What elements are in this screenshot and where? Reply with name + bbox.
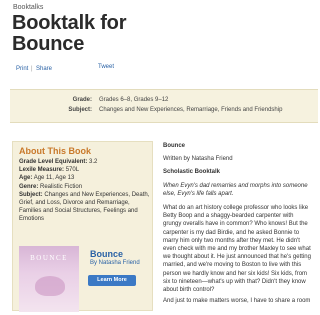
cover-illustration: [35, 276, 65, 296]
book-details-list: Grade Level Equivalent: 3.2 Lexile Measu…: [19, 158, 151, 224]
detail-label: Grade Level Equivalent:: [19, 159, 88, 165]
share-toolbar: Print | Share Tweet: [12, 64, 312, 74]
grade-row: Grade: Grades 6–8, Grades 9–12: [10, 97, 318, 107]
about-this-book-card: About This Book Grade Level Equivalent: …: [12, 141, 153, 312]
detail-value: Age 11, Age 13: [33, 175, 75, 182]
detail-grade-level: Grade Level Equivalent: 3.2: [19, 158, 151, 166]
tweet-link[interactable]: Tweet: [98, 64, 114, 70]
article-intro: When Evyn's dad remarries and morphs int…: [163, 183, 308, 197]
detail-subject: Subject: Changes and New Experiences, De…: [19, 191, 151, 224]
subject-label: Subject:: [68, 107, 92, 113]
page-title-line-1: Booktalk for: [12, 12, 127, 34]
detail-value: 570L: [65, 167, 80, 174]
page-title-line-2: Bounce: [12, 33, 85, 55]
breadcrumb[interactable]: Booktalks: [13, 4, 43, 11]
detail-age: Age: Age 11, Age 13: [19, 174, 151, 182]
learn-more-button[interactable]: Learn More: [88, 275, 136, 286]
detail-label: Age:: [19, 175, 33, 182]
detail-value: 3.2: [89, 159, 98, 165]
detail-label: Lexile Measure:: [19, 167, 65, 174]
about-heading: About This Book: [19, 146, 91, 156]
article-body: What do an art history college professor…: [163, 205, 311, 294]
grade-value: Grades 6–8, Grades 9–12: [99, 97, 169, 103]
detail-label: Subject:: [19, 191, 43, 198]
article-title: Bounce: [163, 143, 186, 149]
detail-lexile: Lexile Measure: 570L: [19, 166, 151, 174]
book-title-link[interactable]: Bounce: [90, 249, 123, 259]
subject-value: Changes and New Experiences, Remarriage,…: [99, 107, 283, 113]
booktalk-article: Bounce Written by Natasha Friend Scholas…: [163, 143, 313, 305]
share-link[interactable]: Share: [36, 66, 52, 72]
article-body-continued: And just to make matters worse, I have t…: [163, 298, 311, 305]
article-byline: Written by Natasha Friend: [163, 156, 233, 162]
subject-row: Subject: Changes and New Experiences, Re…: [10, 107, 318, 117]
book-author-link[interactable]: By Natasha Friend: [90, 260, 140, 266]
grade-label: Grade:: [72, 97, 92, 103]
page-title: Booktalk for Bounce: [12, 13, 126, 55]
cover-title-text: BOUNCE: [30, 254, 68, 262]
detail-genre: Genre: Realistic Fiction: [19, 183, 151, 191]
detail-value: Realistic Fiction: [40, 183, 83, 190]
book-cover-image[interactable]: BOUNCE: [19, 246, 79, 312]
detail-label: Genre:: [19, 183, 39, 190]
grade-subject-panel: Grade: Grades 6–8, Grades 9–12 Subject: …: [10, 89, 318, 123]
share-separator: |: [31, 66, 33, 72]
print-link[interactable]: Print: [16, 66, 28, 72]
article-subhead: Scholastic Booktalk: [163, 169, 221, 175]
